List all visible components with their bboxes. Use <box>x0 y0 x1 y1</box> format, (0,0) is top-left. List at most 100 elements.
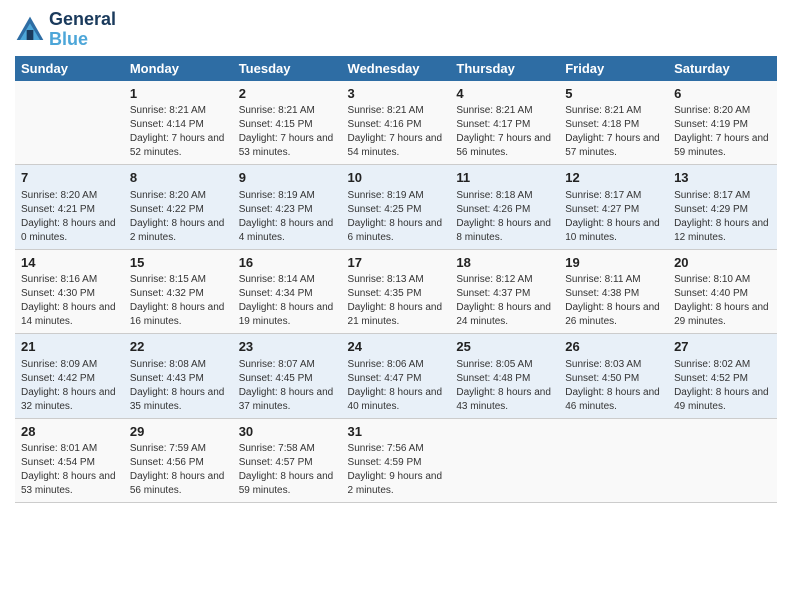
calendar-cell: 27Sunrise: 8:02 AMSunset: 4:52 PMDayligh… <box>668 334 777 419</box>
day-info: Sunrise: 8:21 AMSunset: 4:18 PMDaylight:… <box>565 104 662 160</box>
day-number: 27 <box>674 338 771 356</box>
calendar-week-row: 21 Sunrise: 8:09 AMSunset: 4:42 PMDayligh… <box>15 334 777 419</box>
day-info: Sunrise: 8:18 AMSunset: 4:26 PMDaylight:… <box>456 189 553 245</box>
calendar-cell: 18Sunrise: 8:12 AMSunset: 4:37 PMDayligh… <box>450 249 559 334</box>
calendar-week-row: 14Sunrise: 8:16 AMSunset: 4:30 PMDayligh… <box>15 249 777 334</box>
calendar-cell: 11 Sunrise: 8:18 AMSunset: 4:26 PMDayligh… <box>450 165 559 250</box>
day-info: Sunrise: 8:06 AMSunset: 4:47 PMDaylight:… <box>348 358 445 414</box>
day-info: Sunrise: 8:10 AMSunset: 4:40 PMDaylight:… <box>674 273 771 329</box>
calendar-cell: 20Sunrise: 8:10 AMSunset: 4:40 PMDayligh… <box>668 249 777 334</box>
day-info: Sunrise: 7:58 AMSunset: 4:57 PMDaylight:… <box>239 442 336 498</box>
calendar-cell: 19Sunrise: 8:11 AMSunset: 4:38 PMDayligh… <box>559 249 668 334</box>
day-info: Sunrise: 8:08 AMSunset: 4:43 PMDaylight:… <box>130 358 227 414</box>
calendar-cell: 2Sunrise: 8:21 AMSunset: 4:15 PMDaylight… <box>233 81 342 165</box>
calendar-cell: 1Sunrise: 8:21 AMSunset: 4:14 PMDaylight… <box>124 81 233 165</box>
calendar-cell: 15Sunrise: 8:15 AMSunset: 4:32 PMDayligh… <box>124 249 233 334</box>
header-day: Sunday <box>15 56 124 81</box>
header-day: Monday <box>124 56 233 81</box>
day-number: 1 <box>130 85 227 103</box>
logo: General Blue <box>15 10 116 50</box>
header-day: Saturday <box>668 56 777 81</box>
day-info: Sunrise: 8:07 AMSunset: 4:45 PMDaylight:… <box>239 358 336 414</box>
calendar-cell: 16Sunrise: 8:14 AMSunset: 4:34 PMDayligh… <box>233 249 342 334</box>
day-number: 21 <box>21 338 118 356</box>
calendar-cell: 7Sunrise: 8:20 AMSunset: 4:21 PMDaylight… <box>15 165 124 250</box>
day-info: Sunrise: 8:03 AMSunset: 4:50 PMDaylight:… <box>565 358 662 414</box>
day-number: 4 <box>456 85 553 103</box>
calendar-cell <box>15 81 124 165</box>
day-number: 3 <box>348 85 445 103</box>
calendar-cell <box>668 418 777 503</box>
day-number: 16 <box>239 254 336 272</box>
day-number: 30 <box>239 423 336 441</box>
page: General Blue SundayMondayTuesdayWednesda… <box>0 0 792 612</box>
logo-icon <box>15 15 45 45</box>
logo-text: General Blue <box>49 10 116 50</box>
calendar-cell: 13 Sunrise: 8:17 AMSunset: 4:29 PMDayligh… <box>668 165 777 250</box>
day-info: Sunrise: 8:17 AMSunset: 4:27 PMDaylight:… <box>565 189 662 245</box>
day-number: 26 <box>565 338 662 356</box>
calendar-week-row: 28Sunrise: 8:01 AMSunset: 4:54 PMDayligh… <box>15 418 777 503</box>
day-number: 7 <box>21 169 118 187</box>
day-number: 11 <box>456 169 553 187</box>
day-number: 10 <box>348 169 445 187</box>
calendar-cell: 4Sunrise: 8:21 AMSunset: 4:17 PMDaylight… <box>450 81 559 165</box>
calendar-cell: 21 Sunrise: 8:09 AMSunset: 4:42 PMDayligh… <box>15 334 124 419</box>
day-number: 14 <box>21 254 118 272</box>
day-info: Sunrise: 8:21 AMSunset: 4:14 PMDaylight:… <box>130 104 227 160</box>
day-number: 18 <box>456 254 553 272</box>
day-number: 8 <box>130 169 227 187</box>
day-info: Sunrise: 8:09 AMSunset: 4:42 PMDaylight:… <box>21 358 118 414</box>
day-info: Sunrise: 7:59 AMSunset: 4:56 PMDaylight:… <box>130 442 227 498</box>
day-number: 23 <box>239 338 336 356</box>
day-info: Sunrise: 8:21 AMSunset: 4:17 PMDaylight:… <box>456 104 553 160</box>
day-info: Sunrise: 8:20 AMSunset: 4:22 PMDaylight:… <box>130 189 227 245</box>
calendar-cell: 17Sunrise: 8:13 AMSunset: 4:35 PMDayligh… <box>342 249 451 334</box>
calendar-cell: 31Sunrise: 7:56 AMSunset: 4:59 PMDayligh… <box>342 418 451 503</box>
day-number: 31 <box>348 423 445 441</box>
calendar-week-row: 7Sunrise: 8:20 AMSunset: 4:21 PMDaylight… <box>15 165 777 250</box>
calendar-week-row: 1Sunrise: 8:21 AMSunset: 4:14 PMDaylight… <box>15 81 777 165</box>
header-day: Wednesday <box>342 56 451 81</box>
calendar-cell: 24 Sunrise: 8:06 AMSunset: 4:47 PMDayligh… <box>342 334 451 419</box>
day-info: Sunrise: 8:11 AMSunset: 4:38 PMDaylight:… <box>565 273 662 329</box>
day-number: 5 <box>565 85 662 103</box>
day-number: 17 <box>348 254 445 272</box>
calendar-cell: 23 Sunrise: 8:07 AMSunset: 4:45 PMDayligh… <box>233 334 342 419</box>
day-number: 13 <box>674 169 771 187</box>
day-info: Sunrise: 8:21 AMSunset: 4:15 PMDaylight:… <box>239 104 336 160</box>
header: General Blue <box>15 10 777 50</box>
day-info: Sunrise: 8:16 AMSunset: 4:30 PMDaylight:… <box>21 273 118 329</box>
day-number: 12 <box>565 169 662 187</box>
calendar-cell: 30Sunrise: 7:58 AMSunset: 4:57 PMDayligh… <box>233 418 342 503</box>
calendar-cell: 10 Sunrise: 8:19 AMSunset: 4:25 PMDayligh… <box>342 165 451 250</box>
calendar-header-row: SundayMondayTuesdayWednesdayThursdayFrid… <box>15 56 777 81</box>
day-number: 28 <box>21 423 118 441</box>
calendar-cell: 14Sunrise: 8:16 AMSunset: 4:30 PMDayligh… <box>15 249 124 334</box>
header-day: Friday <box>559 56 668 81</box>
calendar-cell: 5Sunrise: 8:21 AMSunset: 4:18 PMDaylight… <box>559 81 668 165</box>
day-info: Sunrise: 8:14 AMSunset: 4:34 PMDaylight:… <box>239 273 336 329</box>
calendar-cell: 9Sunrise: 8:19 AMSunset: 4:23 PMDaylight… <box>233 165 342 250</box>
calendar-cell: 3Sunrise: 8:21 AMSunset: 4:16 PMDaylight… <box>342 81 451 165</box>
calendar-cell: 29Sunrise: 7:59 AMSunset: 4:56 PMDayligh… <box>124 418 233 503</box>
day-number: 2 <box>239 85 336 103</box>
day-info: Sunrise: 8:01 AMSunset: 4:54 PMDaylight:… <box>21 442 118 498</box>
calendar-cell <box>559 418 668 503</box>
day-number: 20 <box>674 254 771 272</box>
day-info: Sunrise: 8:17 AMSunset: 4:29 PMDaylight:… <box>674 189 771 245</box>
day-info: Sunrise: 8:21 AMSunset: 4:16 PMDaylight:… <box>348 104 445 160</box>
day-number: 19 <box>565 254 662 272</box>
day-info: Sunrise: 8:19 AMSunset: 4:23 PMDaylight:… <box>239 189 336 245</box>
day-info: Sunrise: 8:19 AMSunset: 4:25 PMDaylight:… <box>348 189 445 245</box>
day-number: 24 <box>348 338 445 356</box>
day-info: Sunrise: 8:12 AMSunset: 4:37 PMDaylight:… <box>456 273 553 329</box>
day-number: 6 <box>674 85 771 103</box>
day-info: Sunrise: 7:56 AMSunset: 4:59 PMDaylight:… <box>348 442 445 498</box>
day-info: Sunrise: 8:15 AMSunset: 4:32 PMDaylight:… <box>130 273 227 329</box>
calendar-table: SundayMondayTuesdayWednesdayThursdayFrid… <box>15 56 777 504</box>
day-number: 25 <box>456 338 553 356</box>
calendar-cell: 6Sunrise: 8:20 AMSunset: 4:19 PMDaylight… <box>668 81 777 165</box>
day-info: Sunrise: 8:13 AMSunset: 4:35 PMDaylight:… <box>348 273 445 329</box>
calendar-cell: 26 Sunrise: 8:03 AMSunset: 4:50 PMDayligh… <box>559 334 668 419</box>
